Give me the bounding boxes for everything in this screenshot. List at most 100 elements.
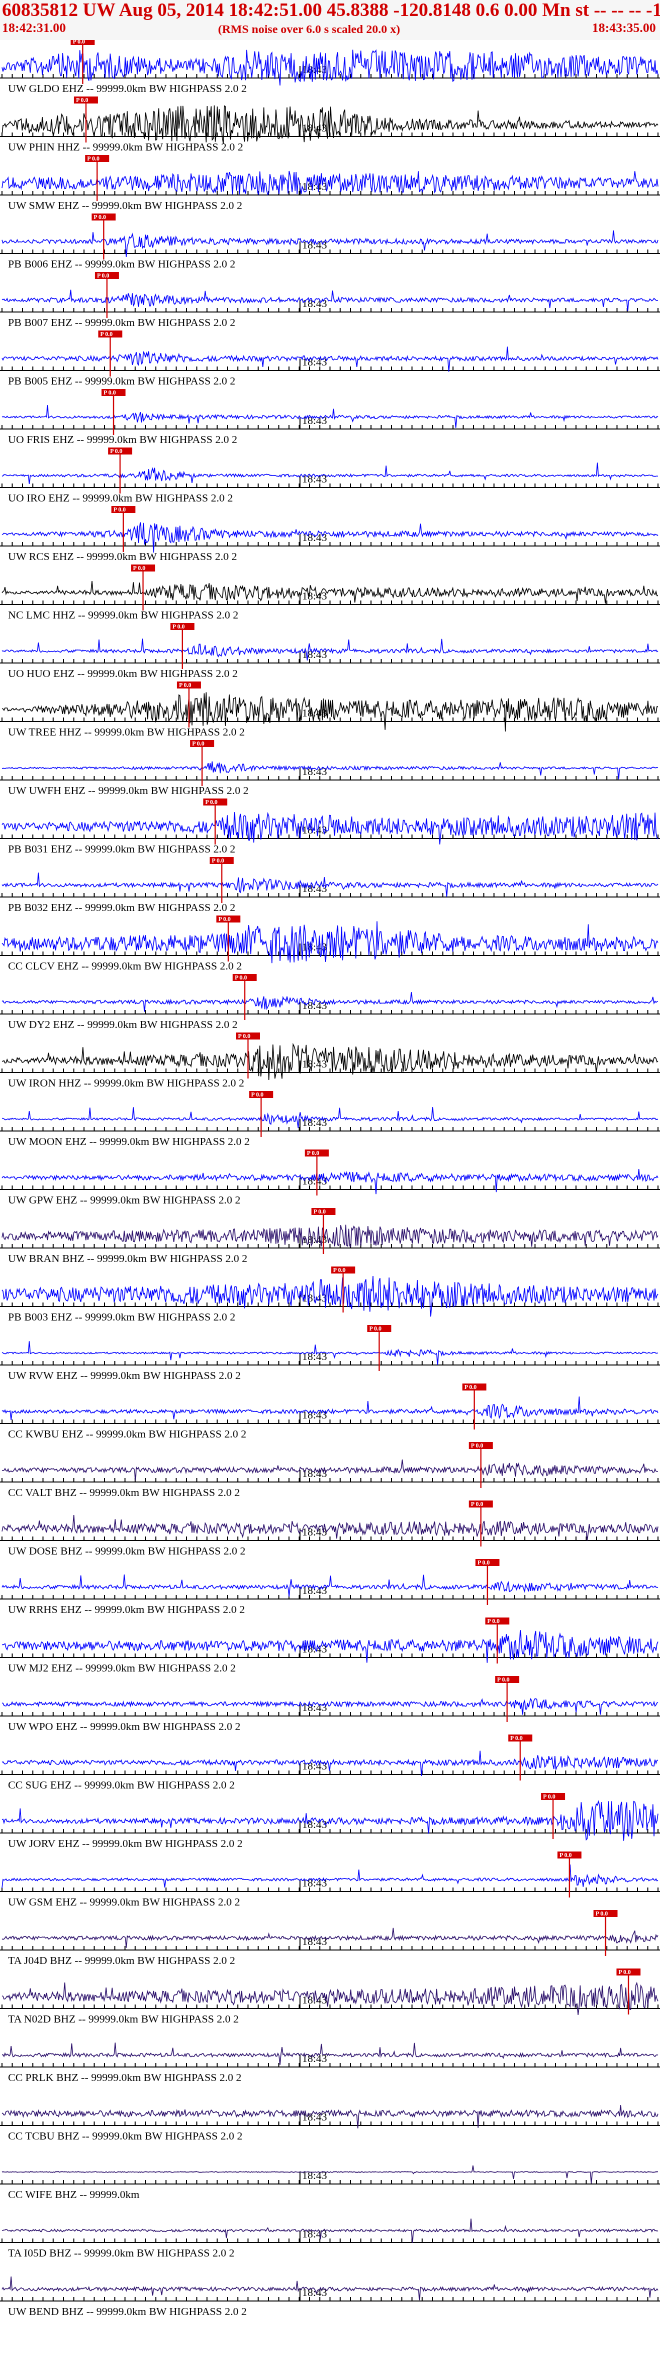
station-label: UW BRAN BHZ -- 99999.0km BW HIGHPASS 2.0… [8,1253,247,1265]
trace-row: 18:43P 0.0UW MOON EHZ -- 99999.0km BW HI… [0,1091,660,1148]
pick-label: P 0.0 [212,859,224,865]
trace-row: 18:43P 0.0UO HUO EHZ -- 99999.0km BW HIG… [0,623,660,680]
station-label: UW IRON HHZ -- 99999.0km BW HIGHPASS 2.0… [8,1078,244,1090]
pick-label: P 0.0 [94,215,106,221]
trace-row: 18:43P 0.0PB B007 EHZ -- 99999.0km BW HI… [0,272,660,329]
pick-label: P 0.0 [471,1502,483,1508]
waveform [1,1042,659,1081]
pick-label: P 0.0 [100,332,112,338]
station-label: UW BEND BHZ -- 99999.0km BW HIGHPASS 2.0… [8,2306,247,2318]
trace-row: 18:43CC PRLK BHZ -- 99999.0km BW HIGHPAS… [0,2042,660,2084]
trace-row: 18:43CC TCBU BHZ -- 99999.0km BW HIGHPAS… [0,2104,660,2143]
trace-row: 18:43P 0.0PB B006 EHZ -- 99999.0km BW HI… [0,213,660,271]
waveform [1,991,659,1012]
pick-label: P 0.0 [192,742,204,748]
station-label: CC PRLK BHZ -- 99999.0km BW HIGHPASS 2.0… [8,2072,241,2084]
trace-row: 18:43P 0.0UW SMW EHZ -- 99999.0km BW HIG… [0,155,660,212]
station-label: PB B007 EHZ -- 99999.0km BW HIGHPASS 2.0… [8,317,235,329]
trace-row: 18:43TA I05D BHZ -- 99999.0km BW HIGHPAS… [0,2218,660,2260]
pick-label: P 0.0 [477,1561,489,1567]
waveform [1,1106,659,1129]
station-label: CC SUG EHZ -- 99999.0km BW HIGHPASS 2.0 … [8,1780,235,1792]
trace-row: 18:43P 0.0UO IRO EHZ -- 99999.0km BW HIG… [0,447,660,505]
station-label: PB B006 EHZ -- 99999.0km BW HIGHPASS 2.0… [8,259,235,271]
waveform [1,638,659,661]
station-label: PB B003 EHZ -- 99999.0km BW HIGHPASS 2.0… [8,1312,235,1324]
pick-label: P 0.0 [369,1327,381,1333]
pick-label: P 0.0 [73,40,85,46]
trace-row: 18:43P 0.0UW DY2 EHZ -- 99999.0km BW HIG… [0,974,660,1031]
station-label: UO IRO EHZ -- 99999.0km BW HIGHPASS 2.0 … [8,493,233,505]
station-label: TA J04D BHZ -- 99999.0km BW HIGHPASS 2.0… [8,1955,235,1967]
minute-label: 18:43 [302,591,328,603]
pick-label: P 0.0 [471,1444,483,1450]
pick-label: P 0.0 [87,157,99,163]
waveform [1,1275,659,1317]
pick-label: P 0.0 [559,1853,571,1859]
station-label: UW GLDO EHZ -- 99999.0km BW HIGHPASS 2.0… [8,83,247,95]
station-label: PB B032 EHZ -- 99999.0km BW HIGHPASS 2.0… [8,902,235,914]
pick-label: P 0.0 [596,1912,608,1918]
station-label: UW DOSE BHZ -- 99999.0km BW HIGHPASS 2.0… [8,1546,246,1558]
trace-row: 18:43P 0.0UO FRIS EHZ -- 99999.0km BW HI… [0,389,660,446]
trace-row: 18:43P 0.0UW GSM EHZ -- 99999.0km BW HIG… [0,1851,660,1909]
station-label: PB B005 EHZ -- 99999.0km BW HIGHPASS 2.0… [8,376,235,388]
trace-row: 18:43P 0.0UW UWFH EHZ -- 99999.0km BW HI… [0,740,660,797]
station-label: CC VALT BHZ -- 99999.0km BW HIGHPASS 2.0… [8,1487,240,1499]
pick-label: P 0.0 [179,683,191,689]
waveform [1,1927,659,1948]
trace-row: 18:43P 0.0UW RCS EHZ -- 99999.0km BW HIG… [0,506,660,563]
trace-row: 18:43P 0.0TA J04D BHZ -- 99999.0km BW HI… [0,1910,660,1967]
waveform [1,1799,659,1841]
waveform [1,49,659,86]
waveform [1,2276,659,2301]
station-label: UO FRIS EHZ -- 99999.0km BW HIGHPASS 2.0… [8,434,237,446]
pick-label: P 0.0 [487,1619,499,1625]
pick-label: P 0.0 [97,274,109,280]
trace-row: 18:43 P 0.0 UW IRON HHZ -- 99999.0km BW HI… [0,1032,660,1090]
station-label: UW DY2 EHZ -- 99999.0km BW HIGHPASS 2.0 … [8,1019,238,1031]
pick-label: P 0.0 [76,98,88,104]
waveform [1,1224,659,1248]
pick-label: P 0.0 [313,1210,325,1216]
station-label: PB B031 EHZ -- 99999.0km BW HIGHPASS 2.0… [8,844,235,856]
station-label: CC TCBU BHZ -- 99999.0km BW HIGHPASS 2.0… [8,2131,243,2143]
pick-label: P 0.0 [104,391,116,397]
station-label: UW MJ2 EHZ -- 99999.0km BW HIGHPASS 2.0 … [8,1663,236,1675]
trace-row: 18:43P 0.0UW GLDO EHZ -- 99999.0km BW HI… [0,40,660,95]
seismogram-panel: 18:43 P 0.0 UW GLDO EHZ -- 99999.0km BW HI… [0,40,660,2318]
minute-label: 18:43 [302,1059,328,1071]
pick-label: P 0.0 [218,917,230,923]
station-label: UW RCS EHZ -- 99999.0km BW HIGHPASS 2.0 … [8,551,237,563]
pick-label: P 0.0 [235,976,247,982]
trace-row: 18:43P 0.0UW TREE HHZ -- 99999.0km BW HI… [0,681,660,739]
scale-note: (RMS noise over 6.0 s scaled 20.0 x) [218,22,401,36]
waveform [1,1459,658,1481]
station-label: UW UWFH EHZ -- 99999.0km BW HIGHPASS 2.0… [8,785,249,797]
start-time: 18:42:31.00 [2,20,66,35]
waveform [1,1574,659,1597]
waveform [1,105,659,144]
pick-label: P 0.0 [618,1970,630,1976]
station-label: UW WPO EHZ -- 99999.0km BW HIGHPASS 2.0 … [8,1721,240,1733]
trace-row: 18:43P 0.0UW PHIN HHZ -- 99999.0km BW HI… [0,96,660,154]
pick-label: P 0.0 [172,625,184,631]
station-label: UW RRHS EHZ -- 99999.0km BW HIGHPASS 2.0… [8,1604,245,1616]
station-label: UO HUO EHZ -- 99999.0km BW HIGHPASS 2.0 … [8,668,238,680]
waveform [1,462,658,485]
station-label: NC LMC HHZ -- 99999.0km BW HIGHPASS 2.0 … [8,610,238,622]
trace-row: 18:43P 0.0CC VALT BHZ -- 99999.0km BW HI… [0,1442,660,1499]
trace-row: 18:43 P 0.0 NC LMC HHZ -- 99999.0km BW HIG… [0,564,660,622]
trace-row: 18:43P 0.0TA N02D BHZ -- 99999.0km BW HI… [0,1968,660,2026]
pick-label: P 0.0 [113,508,125,514]
station-label: UW JORV EHZ -- 99999.0km BW HIGHPASS 2.0… [8,1838,243,1850]
station-label: UW TREE HHZ -- 99999.0km BW HIGHPASS 2.0… [8,727,245,739]
trace-row: 18:43CC WIFE BHZ -- 99999.0km [0,2165,660,2201]
waveform [1,1396,659,1420]
pick-label: P 0.0 [333,1268,345,1274]
trace-row: 18:43P 0.0PB B003 EHZ -- 99999.0km BW HI… [0,1266,660,1324]
station-label: UW GPW EHZ -- 99999.0km BW HIGHPASS 2.0 … [8,1195,240,1207]
pick-label: P 0.0 [133,566,145,572]
pick-label: P 0.0 [238,1034,250,1040]
waveform [1,404,659,428]
